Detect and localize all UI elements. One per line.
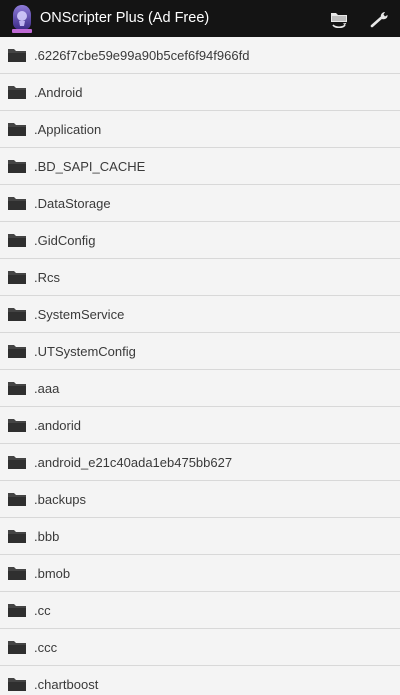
folder-icon xyxy=(8,234,26,247)
folder-icon xyxy=(8,493,26,506)
folder-icon xyxy=(8,308,26,321)
folder-icon xyxy=(8,678,26,691)
folder-row[interactable]: .Android xyxy=(0,74,400,111)
folder-icon xyxy=(8,49,26,62)
folder-name: .BD_SAPI_CACHE xyxy=(34,159,146,174)
folder-list[interactable]: .6226f7cbe59e99a90b5cef6f94f966fd .Androi… xyxy=(0,37,400,695)
folder-row[interactable]: .andorid xyxy=(0,407,400,444)
folder-row[interactable]: .Rcs xyxy=(0,259,400,296)
folder-row[interactable]: .SystemService xyxy=(0,296,400,333)
folder-icon xyxy=(8,530,26,543)
folder-name: .bbb xyxy=(34,529,60,544)
folder-icon xyxy=(8,345,26,358)
folder-name: .aaa xyxy=(34,381,60,396)
folder-icon xyxy=(8,641,26,654)
app-logo-icon[interactable] xyxy=(10,4,34,34)
folder-name: .ccc xyxy=(34,640,58,655)
folder-row[interactable]: .android_e21c40ada1eb475bb627 xyxy=(0,444,400,481)
folder-row[interactable]: .ccc xyxy=(0,629,400,666)
folder-icon xyxy=(8,160,26,173)
folder-row[interactable]: .UTSystemConfig xyxy=(0,333,400,370)
folder-row[interactable]: .chartboost xyxy=(0,666,400,695)
folder-name: .Application xyxy=(34,122,102,137)
folder-refresh-button[interactable] xyxy=(326,6,352,32)
folder-icon xyxy=(8,86,26,99)
folder-name: .GidConfig xyxy=(34,233,96,248)
app-screen: ONScripter Plus (Ad Free) .6226f7cbe59e9… xyxy=(0,0,400,695)
folder-row[interactable]: .Application xyxy=(0,111,400,148)
folder-name: .backups xyxy=(34,492,87,507)
folder-icon xyxy=(8,567,26,580)
folder-icon xyxy=(8,197,26,210)
settings-button[interactable] xyxy=(367,6,393,32)
app-title: ONScripter Plus (Ad Free) xyxy=(40,10,210,26)
folder-icon xyxy=(8,123,26,136)
folder-name: .cc xyxy=(34,603,51,618)
folder-name: .Rcs xyxy=(34,270,60,285)
folder-row[interactable]: .aaa xyxy=(0,370,400,407)
folder-name: .UTSystemConfig xyxy=(34,344,136,359)
folder-icon xyxy=(8,271,26,284)
folder-icon xyxy=(8,456,26,469)
folder-name: .SystemService xyxy=(34,307,125,322)
folder-name: .chartboost xyxy=(34,677,99,692)
folder-row[interactable]: .backups xyxy=(0,481,400,518)
folder-row[interactable]: .cc xyxy=(0,592,400,629)
folder-name: .andorid xyxy=(34,418,81,433)
action-bar: ONScripter Plus (Ad Free) xyxy=(0,0,400,37)
folder-refresh-icon xyxy=(331,13,347,29)
wrench-icon xyxy=(370,12,388,28)
folder-name: .bmob xyxy=(34,566,71,581)
folder-name: .android_e21c40ada1eb475bb627 xyxy=(34,455,233,470)
folder-row[interactable]: .GidConfig xyxy=(0,222,400,259)
folder-icon xyxy=(8,604,26,617)
folder-row[interactable]: .DataStorage xyxy=(0,185,400,222)
folder-row[interactable]: .bmob xyxy=(0,555,400,592)
folder-icon xyxy=(8,382,26,395)
folder-name: .Android xyxy=(34,85,83,100)
folder-name: .DataStorage xyxy=(34,196,111,211)
folder-name: .6226f7cbe59e99a90b5cef6f94f966fd xyxy=(34,48,250,63)
folder-icon xyxy=(8,419,26,432)
folder-row[interactable]: .bbb xyxy=(0,518,400,555)
folder-row[interactable]: .BD_SAPI_CACHE xyxy=(0,148,400,185)
folder-row[interactable]: .6226f7cbe59e99a90b5cef6f94f966fd xyxy=(0,37,400,74)
